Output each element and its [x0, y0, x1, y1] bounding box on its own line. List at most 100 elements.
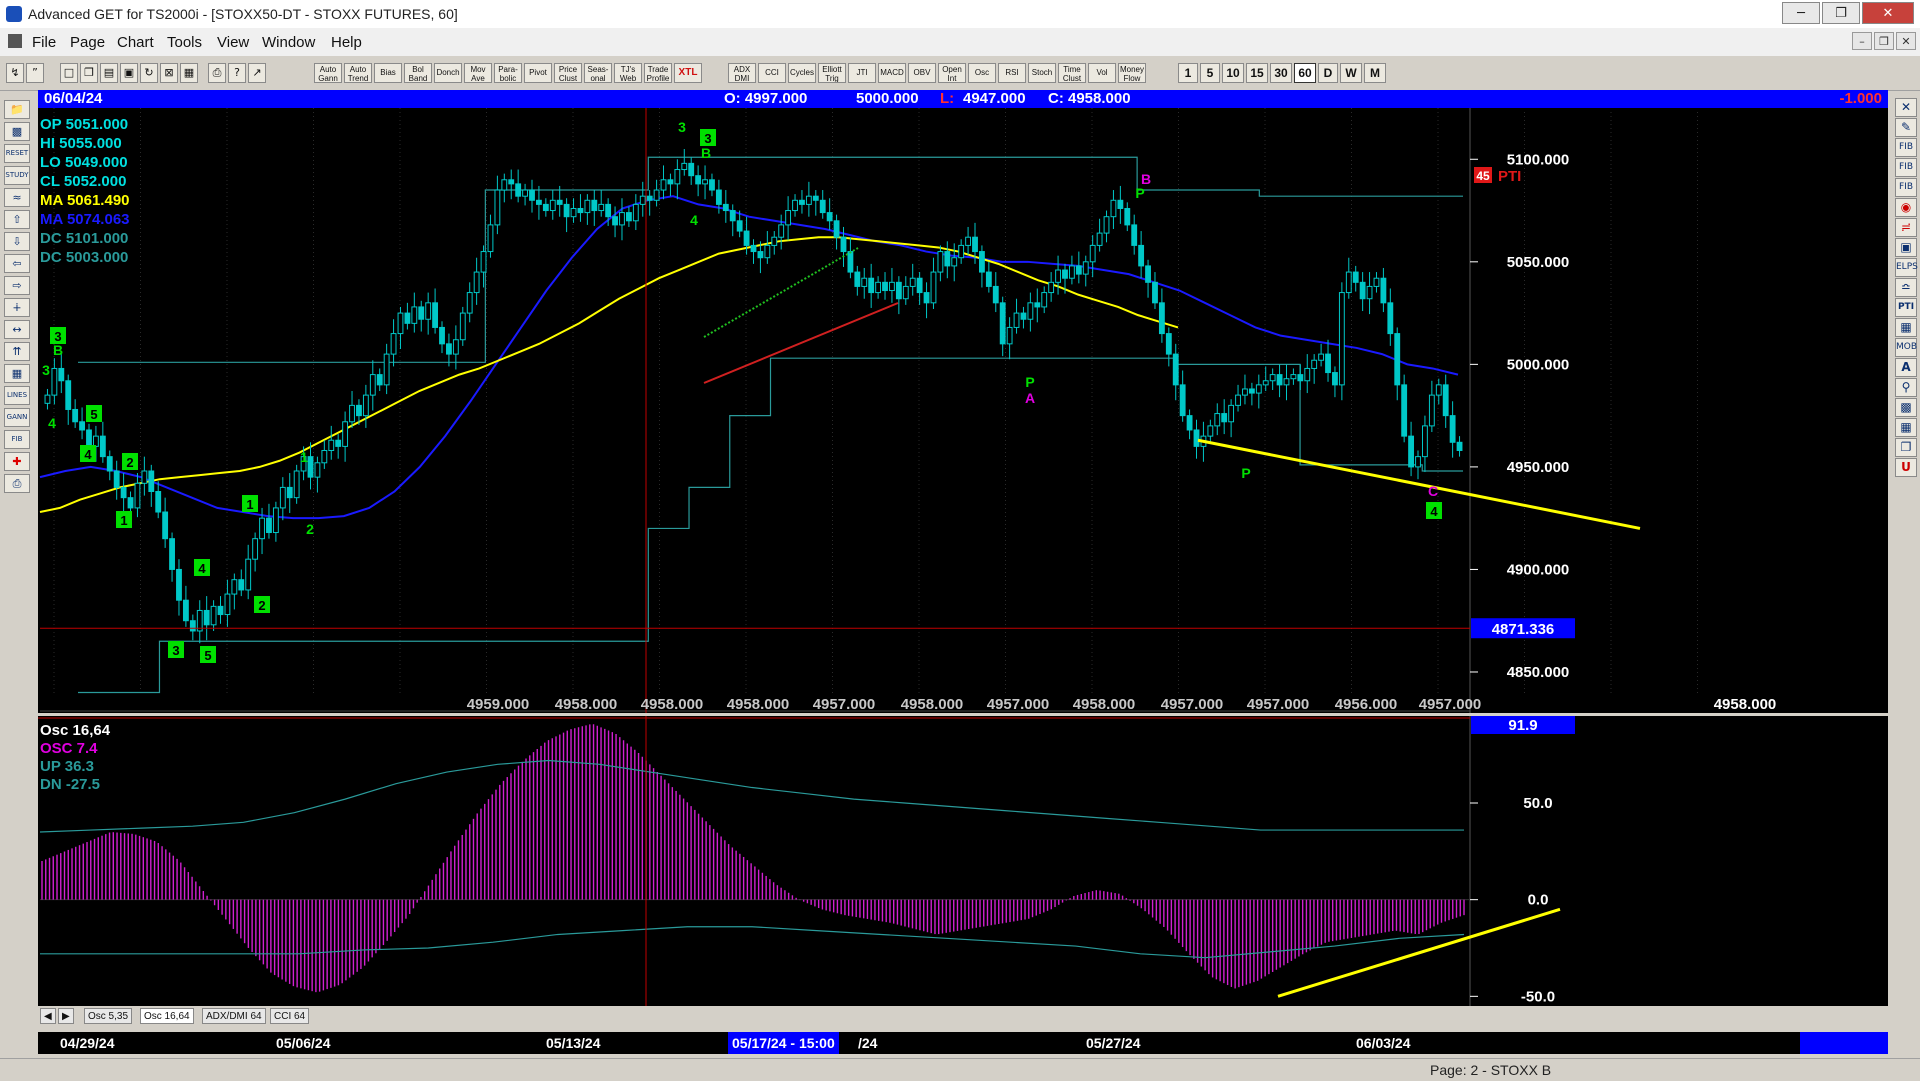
- period-m[interactable]: M: [1364, 63, 1386, 83]
- menu-chart[interactable]: Chart: [117, 34, 154, 51]
- study-auto-gann[interactable]: Auto Gann: [314, 63, 342, 83]
- period-10[interactable]: 10: [1222, 63, 1244, 83]
- elliott-icon[interactable]: ≈: [4, 188, 30, 207]
- menu-page[interactable]: Page: [70, 34, 105, 51]
- circle-icon[interactable]: ◉: [1895, 198, 1917, 217]
- ellipse-icon[interactable]: ELPS: [1895, 258, 1918, 277]
- study-donch[interactable]: Donch: [434, 63, 462, 83]
- menu-help[interactable]: Help: [331, 34, 362, 51]
- new-page-icon[interactable]: □: [60, 63, 78, 83]
- magnifier-icon[interactable]: ⚲: [1895, 378, 1917, 397]
- fib-time-icon[interactable]: FIB: [1895, 178, 1917, 197]
- tab-adx-dmi-64[interactable]: ADX/DMI 64: [202, 1008, 266, 1024]
- menu-view[interactable]: View: [217, 34, 249, 51]
- study-money-flow[interactable]: Money Flow: [1118, 63, 1146, 83]
- tab-scroll-left-icon[interactable]: ◀: [40, 1008, 56, 1024]
- grid-tool-icon[interactable]: ▦: [1895, 318, 1917, 337]
- menu-file[interactable]: File: [32, 34, 56, 51]
- menu-window[interactable]: Window: [262, 34, 315, 51]
- zoom-out-icon[interactable]: ⇈: [4, 342, 30, 361]
- oscillator-chart[interactable]: 50.0 0.0 -50.0 91.9 Osc 16,64 OSC 7.4 UP 36…: [38, 716, 1888, 1006]
- tab-osc-5-35[interactable]: Osc 5,35: [84, 1008, 133, 1024]
- mob-icon[interactable]: MOB: [1895, 338, 1917, 357]
- period-d[interactable]: D: [1318, 63, 1338, 83]
- arrow-down-icon[interactable]: ⇩: [4, 232, 30, 251]
- grid-icon[interactable]: ▦: [180, 63, 198, 83]
- period-5[interactable]: 5: [1200, 63, 1220, 83]
- mdi-close-button[interactable]: ✕: [1896, 32, 1916, 50]
- tab-cci-64[interactable]: CCI 64: [270, 1008, 310, 1024]
- study-open-int[interactable]: Open Int: [938, 63, 966, 83]
- pencil-icon[interactable]: ✎: [1895, 118, 1917, 137]
- reset-icon[interactable]: RESET: [4, 144, 30, 163]
- calculator-icon[interactable]: ▦: [1895, 418, 1917, 437]
- copy-icon[interactable]: ❐: [80, 63, 98, 83]
- study-obv[interactable]: OBV: [908, 63, 936, 83]
- study-macd[interactable]: MACD: [878, 63, 906, 83]
- fan-icon[interactable]: ≓: [1895, 218, 1917, 237]
- open-icon[interactable]: ▤: [100, 63, 118, 83]
- study-stoch[interactable]: Stoch: [1028, 63, 1056, 83]
- restore-button[interactable]: ❐: [1822, 2, 1860, 24]
- text-a-icon[interactable]: A: [1895, 358, 1917, 377]
- pointer-icon[interactable]: ↯: [6, 63, 24, 83]
- print-chart-icon[interactable]: ⎙: [4, 474, 30, 493]
- period-60[interactable]: 60: [1294, 63, 1316, 83]
- study-adx-dmi[interactable]: ADX DMI: [728, 63, 756, 83]
- arrow-left-icon[interactable]: ⇦: [4, 254, 30, 273]
- study-tjs-web[interactable]: TJ's Web: [614, 63, 642, 83]
- u-icon[interactable]: U: [1895, 458, 1917, 477]
- crosshair-icon[interactable]: ✚: [4, 452, 30, 471]
- period-30[interactable]: 30: [1270, 63, 1292, 83]
- oscillator-canvas[interactable]: 50.0 0.0 -50.0 91.9: [38, 716, 1888, 1006]
- study-mov-ave[interactable]: Mov Ave: [464, 63, 492, 83]
- print-icon[interactable]: ⎙: [208, 63, 226, 83]
- open-folder-icon[interactable]: 📁: [4, 100, 30, 119]
- square-icon[interactable]: ▣: [1895, 238, 1917, 257]
- gann-icon[interactable]: GANN: [4, 408, 30, 427]
- fib-extension-icon[interactable]: FIB: [1895, 158, 1917, 177]
- save-icon[interactable]: ▣: [120, 63, 138, 83]
- close-chart-icon[interactable]: ⊠: [160, 63, 178, 83]
- period-1[interactable]: 1: [1178, 63, 1198, 83]
- close-button[interactable]: ✕: [1862, 2, 1914, 24]
- pages-icon[interactable]: ❐: [1895, 438, 1917, 457]
- close-x-icon[interactable]: ✕: [1895, 98, 1917, 117]
- help-icon[interactable]: ?: [228, 63, 246, 83]
- study-bol-band[interactable]: Bol Band: [404, 63, 432, 83]
- period-15[interactable]: 15: [1246, 63, 1268, 83]
- tab-scroll-right-icon[interactable]: ▶: [58, 1008, 74, 1024]
- refresh-icon[interactable]: ↻: [140, 63, 158, 83]
- save-disk-icon[interactable]: ▩: [4, 122, 30, 141]
- study-seasonal[interactable]: Seas-onal: [584, 63, 612, 83]
- gann-fan-icon[interactable]: ≏: [1895, 278, 1917, 297]
- minimize-button[interactable]: ─: [1782, 2, 1820, 24]
- study-elliott-trig[interactable]: Elliott Trig: [818, 63, 846, 83]
- study-parabolic[interactable]: Para-bolic: [494, 63, 522, 83]
- paint-icon[interactable]: ▩: [1895, 398, 1917, 417]
- study-icon[interactable]: STUDY: [4, 166, 30, 185]
- document-icon[interactable]: [8, 34, 22, 48]
- price-chart-canvas[interactable]: 5100.000 5050.000 5000.000 4950.000 4900.000…: [38, 108, 1888, 713]
- grid-toggle-icon[interactable]: ▦: [4, 364, 30, 383]
- study-bias[interactable]: Bias: [374, 63, 402, 83]
- study-jti[interactable]: JTI: [848, 63, 876, 83]
- lines-icon[interactable]: LINES: [4, 386, 30, 405]
- fib-icon[interactable]: FIB: [4, 430, 30, 449]
- app-icon[interactable]: [6, 6, 22, 22]
- mdi-restore-button[interactable]: ❐: [1874, 32, 1894, 50]
- fib-retracement-icon[interactable]: FIB: [1895, 138, 1917, 157]
- quote-icon[interactable]: ”: [26, 63, 44, 83]
- study-xtl[interactable]: XTL: [674, 63, 702, 83]
- period-w[interactable]: W: [1340, 63, 1362, 83]
- arrow-right-icon[interactable]: ⇨: [4, 276, 30, 295]
- study-rsi[interactable]: RSI: [998, 63, 1026, 83]
- study-cycles[interactable]: Cycles: [788, 63, 816, 83]
- study-vol[interactable]: Vol: [1088, 63, 1116, 83]
- study-trade-profile[interactable]: Trade Profile: [644, 63, 672, 83]
- study-cci[interactable]: CCI: [758, 63, 786, 83]
- study-auto-trend[interactable]: Auto Trend: [344, 63, 372, 83]
- menu-tools[interactable]: Tools: [167, 34, 202, 51]
- price-chart[interactable]: 5100.000 5050.000 5000.000 4950.000 4900.000…: [38, 108, 1888, 713]
- study-price-clust[interactable]: Price Clust: [554, 63, 582, 83]
